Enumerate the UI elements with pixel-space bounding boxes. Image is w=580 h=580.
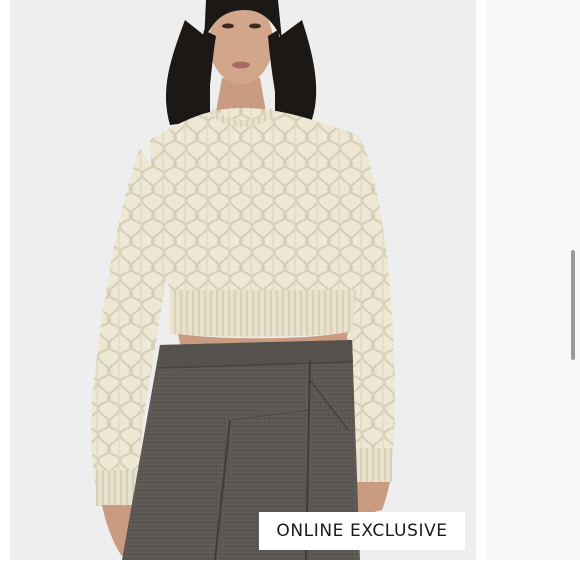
model-illustration — [10, 0, 476, 560]
scroll-indicator[interactable] — [571, 250, 575, 360]
online-exclusive-badge: ONLINE EXCLUSIVE — [259, 512, 465, 550]
next-photo-preview[interactable] — [487, 0, 580, 560]
product-photo[interactable] — [10, 0, 476, 560]
product-listing-view: ONLINE EXCLUSIVE — [0, 0, 580, 580]
